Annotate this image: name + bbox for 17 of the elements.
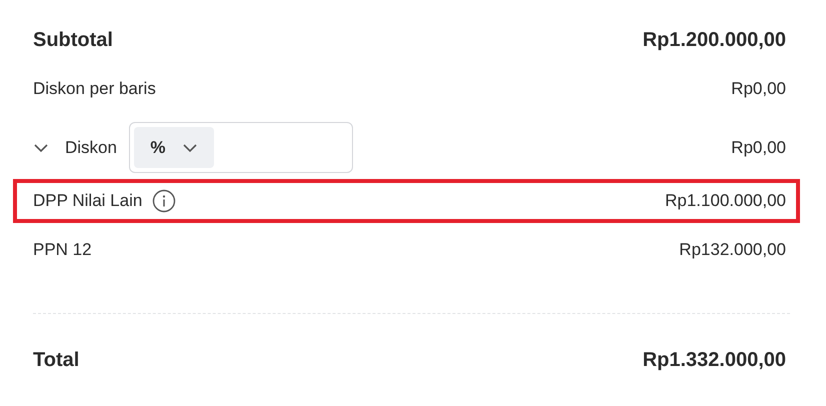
row-label: Subtotal [33,29,113,52]
info-icon[interactable] [152,189,176,214]
amount: Rp1.200.000,00 [642,29,786,52]
row-label: Diskon per baris [33,79,156,100]
caret-icon [182,142,198,153]
unit-select[interactable]: % [134,127,214,168]
row-label: Total [33,348,80,372]
chevron-icon [33,142,49,153]
amount: Rp0,00 [731,79,786,100]
discount-field[interactable]: % [128,122,353,174]
row-label: Diskon [65,138,117,158]
amount: Rp132.000,00 [679,240,786,260]
amount: Rp0,00 [731,138,786,158]
row-label: DPP Nilai Lain [33,191,142,212]
amount: Rp1.100.000,00 [665,191,786,212]
row-label: PPN 12 [33,240,92,260]
amount: Rp1.332.000,00 [642,348,786,372]
